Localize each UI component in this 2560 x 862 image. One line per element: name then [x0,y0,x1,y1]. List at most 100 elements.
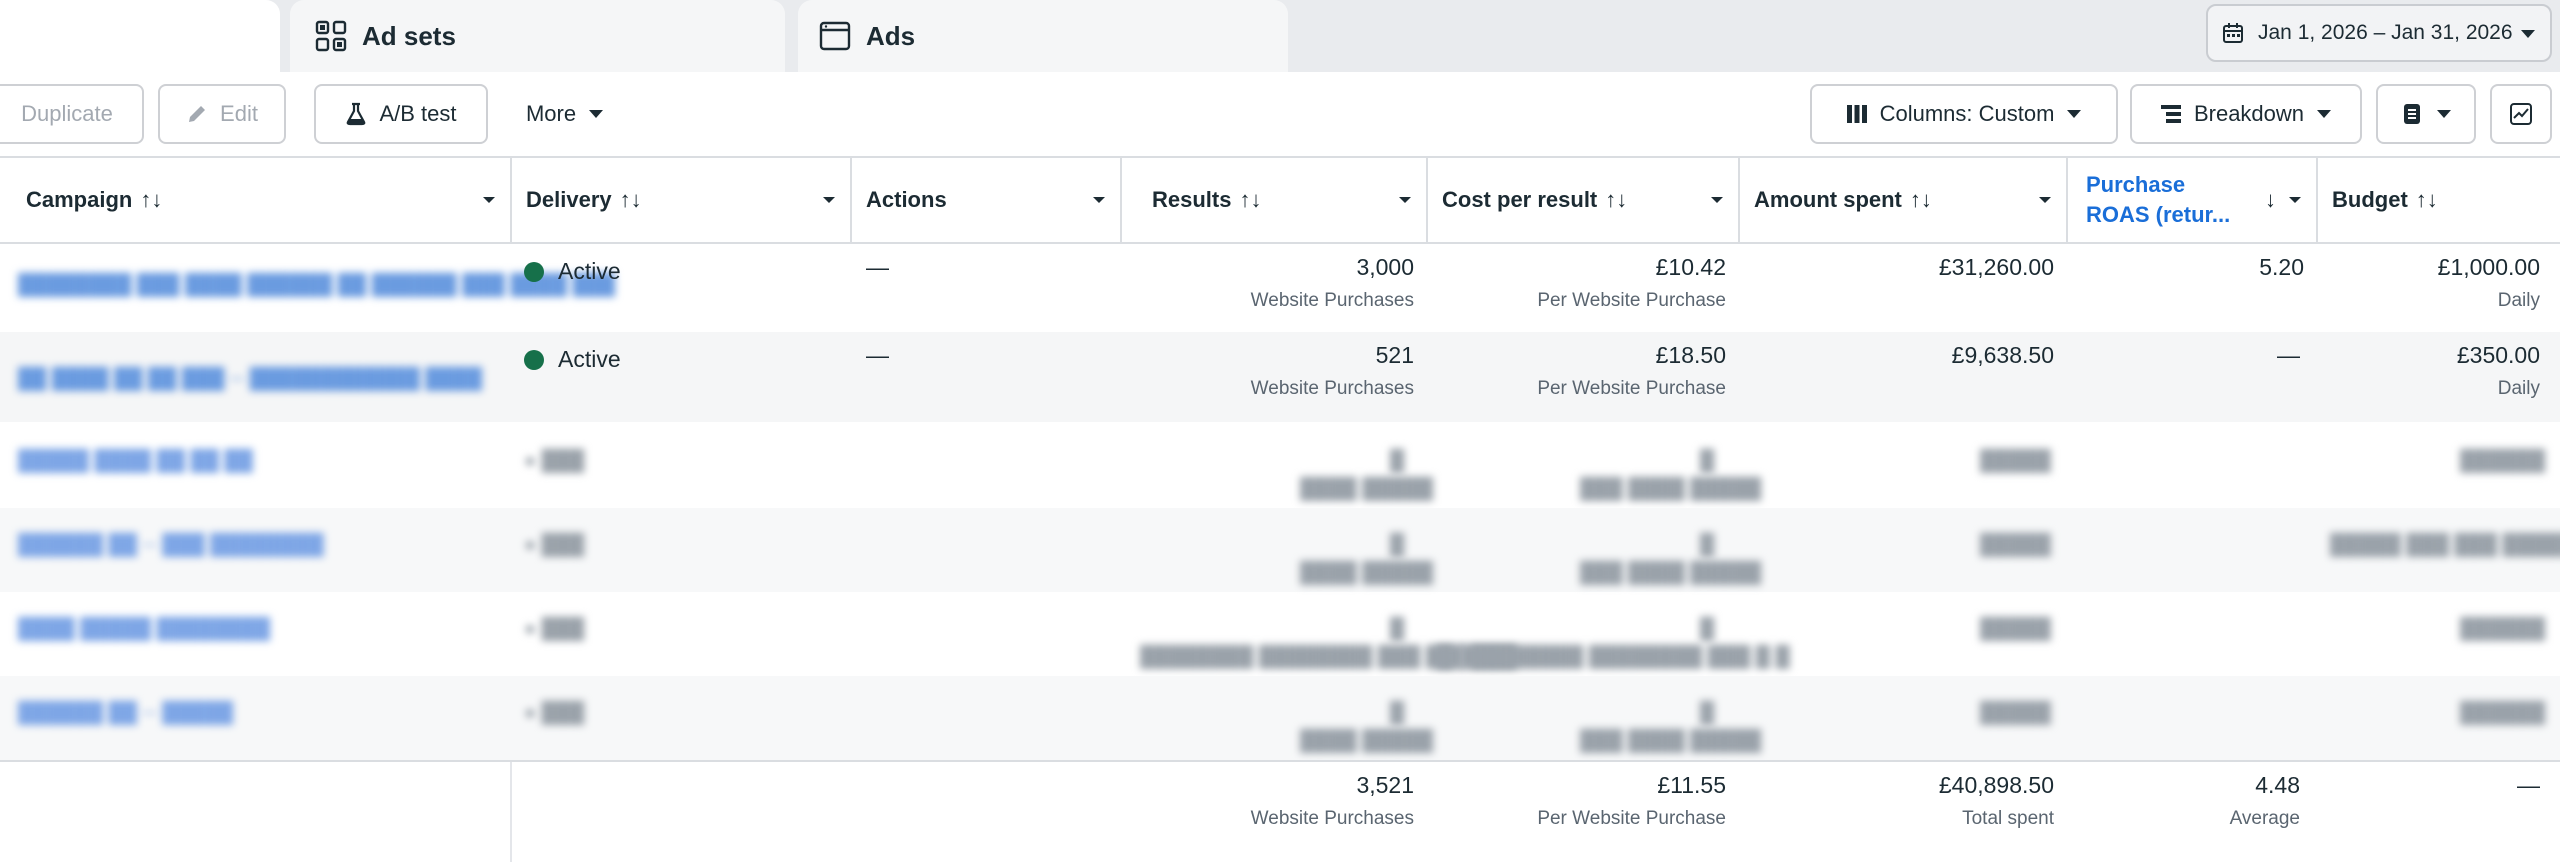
chevron-down-icon[interactable] [482,196,496,204]
delivery-status: Active [524,346,621,373]
edit-label: Edit [220,101,258,126]
charts-button[interactable] [2490,84,2552,144]
budget-value: ██████ [2460,618,2546,640]
columns-label: Columns: Custom [1879,101,2055,126]
tab-ads-label: Ads [866,20,916,51]
delivery-status: ● ███ [524,450,585,472]
sort-icon[interactable]: ↑↓ [140,187,162,213]
table-row[interactable]: ██████ ██ ─ ███ ████████ ● ███ █ ████ ██… [0,508,2560,592]
chevron-down-icon[interactable] [2038,196,2052,204]
chevron-down-icon [2436,109,2452,119]
table-row[interactable]: █████ ████ ██ ██ ██ ● ███ █ ████ █████ █… [0,424,2560,508]
sort-desc-icon[interactable]: ↓ [2265,185,2276,215]
column-header-delivery[interactable]: Delivery ↑↓ [512,158,852,242]
table-row[interactable]: ████████ ███ ████ ██████ ██ ██████ ███ █… [0,244,2560,330]
results-value: █ [1390,618,1405,640]
amount-value: █████ [1980,450,2051,472]
ad-sets-icon [314,19,348,53]
column-label: Amount spent [1754,187,1902,212]
actions-value: — [866,342,889,368]
column-header-campaign[interactable]: Campaign ↑↓ [0,158,512,242]
table-row[interactable]: ██ ████ ██ ██ ███ ─ ████████████ ████ Ac… [0,332,2560,422]
columns-button[interactable]: Columns: Custom [1810,84,2118,144]
cost-value: █ [1700,702,1715,724]
ab-test-label: A/B test [379,101,457,126]
column-header-purchase-roas[interactable]: Purchase ROAS (retur... ↓ [2068,158,2318,242]
total-results-subtitle: Website Purchases [1250,808,1414,829]
pencil-icon [186,103,208,125]
campaign-name-link[interactable]: ██ ████ ██ ██ ███ ─ ████████████ ████ [18,368,482,391]
column-header-actions[interactable]: Actions [852,158,1122,242]
table-row[interactable]: ██████ ██ ─ █████ ● ███ █ ████ █████ █ █… [0,676,2560,760]
amount-value: █████ [1980,618,2051,640]
results-subtitle: ████ █████ [1300,562,1434,584]
results-cell: 521 Website Purchases [1122,332,1428,418]
column-divider [510,762,512,862]
results-value: █ [1390,702,1405,724]
total-budget-cell: — [2318,762,2540,862]
delivery-status: ● ███ [524,702,585,724]
cost-per-result-cell: £18.50 Per Website Purchase [1428,332,1740,418]
chevron-down-icon[interactable] [822,196,836,204]
delivery-status: Active [524,258,621,285]
status-dot-icon [524,261,544,282]
sort-icon[interactable]: ↑↓ [1239,187,1261,213]
actions-value: — [866,254,889,280]
total-results-cell: 3,521 Website Purchases [1122,762,1428,862]
amount-spent-cell: £9,638.50 [1740,332,2068,418]
edit-button[interactable]: Edit [158,84,286,144]
breakdown-label: Breakdown [2193,101,2305,126]
chevron-down-icon[interactable] [1398,196,1412,204]
column-label: Purchase ROAS (retur... [2086,170,2230,230]
column-header-results[interactable]: Results ↑↓ [1122,158,1428,242]
tab-ad-sets[interactable]: Ad sets [290,0,785,72]
top-tab-bar: Ad sets Ads Jan 1, 2026 – Jan 31, 2026 [0,0,2560,72]
results-value: █ [1390,450,1405,472]
flask-icon [345,102,367,126]
table-row[interactable]: ████ █████ ████████ ● ███ █ ████████ ███… [0,592,2560,676]
budget-value: █████ ███ ███ ██████ [2330,534,2560,556]
total-amount-value: £40,898.50 [1938,772,2054,798]
chevron-down-icon[interactable] [2288,196,2302,204]
columns-icon [1846,104,1868,124]
budget-value: £350.00 [2456,342,2540,368]
campaign-name-link[interactable]: ██████ ██ ─ ███ ████████ [18,534,324,557]
roas-value: 5.20 [2259,254,2304,280]
column-header-amount-spent[interactable]: Amount spent ↑↓ [1740,158,2068,242]
duplicate-button[interactable]: Duplicate [0,84,144,144]
sort-icon[interactable]: ↑↓ [1910,187,1932,213]
date-range-picker[interactable]: Jan 1, 2026 – Jan 31, 2026 [2206,4,2552,62]
ab-test-button[interactable]: A/B test [314,84,488,144]
cost-value: █ [1700,618,1715,640]
budget-cell: £350.00 Daily [2318,332,2540,418]
total-cost-value: £11.55 [1657,772,1726,798]
tab-campaigns[interactable] [0,0,280,72]
chevron-down-icon[interactable] [1710,196,1724,204]
more-label: More [525,101,577,126]
results-subtitle: ████ █████ [1300,478,1434,500]
delivery-status: ● ███ [524,618,585,640]
budget-value: ██████ [2460,702,2546,724]
duplicate-label: Duplicate [21,101,113,126]
reports-button[interactable] [2376,84,2476,144]
budget-cell: £1,000.00 Daily [2318,244,2540,330]
sort-icon[interactable]: ↑↓ [2416,187,2438,213]
tab-ads[interactable]: Ads [798,0,1288,72]
campaign-name-link[interactable]: █████ ████ ██ ██ ██ [18,450,253,473]
breakdown-button[interactable]: Breakdown [2130,84,2362,144]
more-button[interactable]: More [510,84,620,144]
chevron-down-icon[interactable] [1092,196,1106,204]
delivery-status: ● ███ [524,534,585,556]
column-header-cost-per-result[interactable]: Cost per result ↑↓ [1428,158,1740,242]
cost-subtitle: ███ ████ █████ [1580,478,1762,500]
chevron-down-icon [588,109,604,119]
sort-icon[interactable]: ↑↓ [1605,187,1627,213]
sort-icon[interactable]: ↑↓ [620,187,642,213]
column-header-budget[interactable]: Budget ↑↓ [2318,158,2560,242]
totals-row: 3,521 Website Purchases £11.55 Per Websi… [0,760,2560,862]
results-subtitle: ████ █████ [1300,730,1434,752]
tab-ad-sets-label: Ad sets [362,20,456,51]
total-cost-cell: £11.55 Per Website Purchase [1428,762,1740,862]
campaign-name-link[interactable]: ████ █████ ████████ [18,618,270,641]
campaign-name-link[interactable]: ██████ ██ ─ █████ [18,702,233,725]
